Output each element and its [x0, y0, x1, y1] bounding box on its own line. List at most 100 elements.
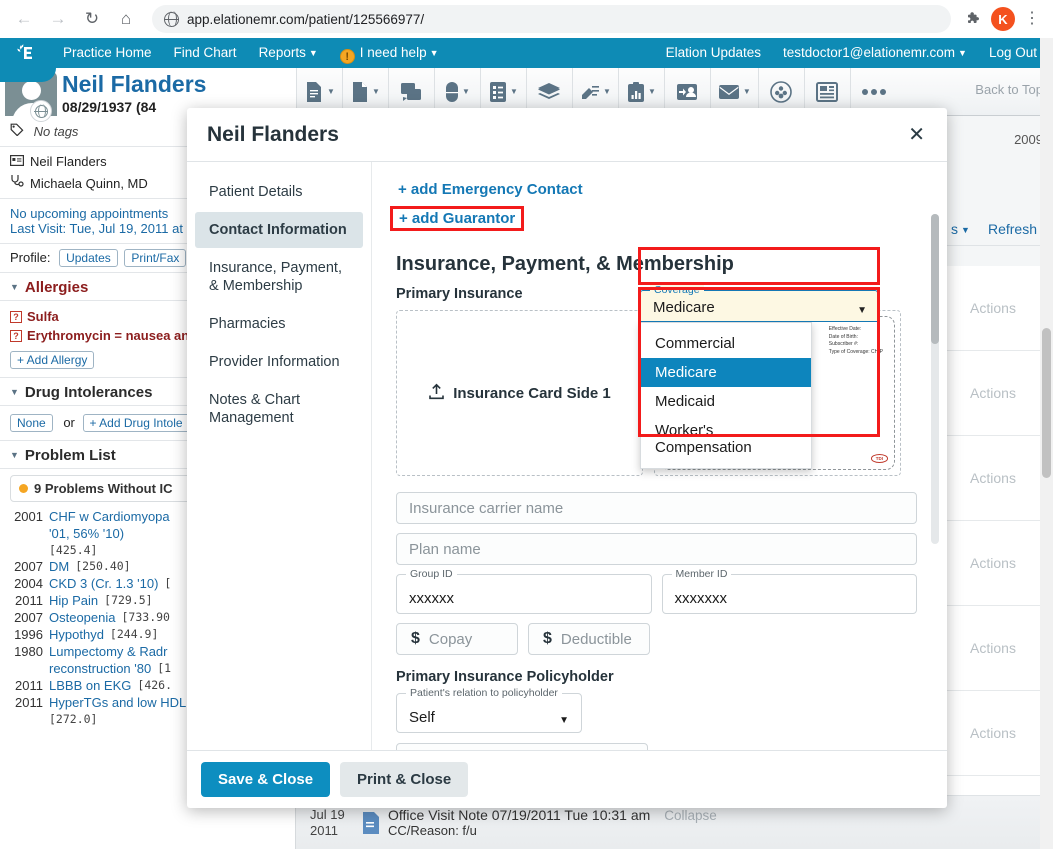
copay-button[interactable]: $ Copay	[396, 623, 518, 655]
problem-name[interactable]: Hypothyd	[49, 627, 104, 642]
drug-none-button[interactable]: None	[10, 414, 53, 432]
plan-name-input[interactable]: Plan name	[396, 533, 917, 565]
problem-name[interactable]: CKD 3 (Cr. 1.3 '10)	[49, 576, 158, 591]
site-info-icon[interactable]	[163, 11, 180, 27]
back-to-top-link[interactable]: Back to Top	[975, 82, 1043, 97]
problem-icd: [250.40]	[75, 559, 131, 573]
profile-avatar[interactable]: K	[991, 7, 1015, 31]
nav-find-chart[interactable]: Find Chart	[163, 38, 248, 68]
kebab-menu-icon[interactable]: ⋮	[1021, 11, 1043, 27]
stethoscope-icon	[10, 174, 24, 191]
actions-label: Actions	[970, 640, 1016, 656]
chevron-down-icon: ▼	[10, 282, 19, 292]
profile-updates-button[interactable]: Updates	[59, 249, 118, 267]
back-arrow-icon[interactable]: ←	[10, 5, 38, 33]
insurance-carrier-input[interactable]: Insurance carrier name	[396, 492, 917, 524]
problem-year: 2001	[14, 509, 43, 524]
problem-icd: [1	[157, 661, 172, 675]
nav-help-label: I need help	[359, 44, 427, 60]
home-icon[interactable]: ⌂	[112, 5, 140, 33]
add-drug-intolerance-button[interactable]: + Add Drug Intole	[82, 414, 190, 432]
modal-nav-notes-chart-management[interactable]: Notes & Chart Management	[195, 382, 363, 436]
modal-nav-patient-details[interactable]: Patient Details	[195, 174, 363, 210]
problem-icd: [425.4]	[49, 543, 98, 557]
modal-nav-contact-information[interactable]: Contact Information	[195, 212, 363, 248]
page-scrollbar[interactable]	[1040, 38, 1053, 849]
nav-reports[interactable]: Reports ▼	[248, 38, 329, 68]
nav-practice-home[interactable]: Practice Home	[52, 38, 163, 68]
allergies-header-label: Allergies	[24, 279, 89, 296]
actions-label: Actions	[970, 470, 1016, 486]
problem-icd: [	[164, 576, 172, 590]
refresh-link[interactable]: Refresh	[988, 221, 1037, 237]
chevron-down-icon: ▼	[509, 87, 518, 96]
coverage-option-workers-compensation[interactable]: Worker's Compensation	[641, 416, 811, 462]
coverage-dropdown: Coverage Medicare ▼ Commercial Medicare …	[640, 284, 878, 469]
filter-dropdown[interactable]: s ▼	[951, 221, 970, 237]
nav-elation-updates[interactable]: Elation Updates	[655, 38, 772, 68]
note-title-text: Office Visit Note 07/19/2011 Tue 10:31 a…	[388, 807, 651, 823]
policyholder-name-input[interactable]	[396, 743, 648, 750]
coverage-option-commercial[interactable]: Commercial	[641, 329, 811, 358]
relation-select[interactable]: Patient's relation to policyholder Self …	[396, 687, 582, 733]
add-emergency-contact-link[interactable]: + add Emergency Contact	[396, 176, 585, 203]
actions-cell[interactable]: Actions	[933, 436, 1053, 521]
problem-name[interactable]: Lumpectomy & Radr	[49, 644, 168, 659]
profile-printfax-button[interactable]: Print/Fax	[124, 249, 187, 267]
patient-record-name: Neil Flanders	[10, 154, 107, 171]
insurance-card-side1-upload[interactable]: Insurance Card Side 1	[396, 310, 643, 476]
status-dot-icon	[19, 484, 28, 493]
problem-name[interactable]: DM	[49, 559, 69, 574]
question-icon: ?	[10, 330, 22, 342]
problem-name[interactable]: Osteopenia	[49, 610, 116, 625]
problem-name[interactable]: CHF w Cardiomyopa	[49, 509, 170, 524]
insurance-card-side1-label: Insurance Card Side 1	[453, 384, 611, 402]
group-id-field[interactable]: Group ID xxxxxx	[396, 568, 652, 614]
actions-cell[interactable]: Actions	[933, 521, 1053, 606]
modal-nav-provider-information[interactable]: Provider Information	[195, 344, 363, 380]
puzzle-piece-icon[interactable]	[963, 8, 985, 30]
close-icon[interactable]: ✕	[902, 121, 931, 149]
question-icon: ?	[10, 311, 22, 323]
deductible-button[interactable]: $ Deductible	[528, 623, 650, 655]
page-scrollbar-thumb[interactable]	[1042, 328, 1051, 478]
nav-account-label: testdoctor1@elationemr.com	[782, 44, 956, 60]
nav-account-menu[interactable]: testdoctor1@elationemr.com ▼	[772, 38, 978, 68]
member-id-label: Member ID	[671, 568, 732, 580]
nav-i-need-help[interactable]: ! I need help ▼	[329, 38, 450, 68]
actions-cell[interactable]: Actions	[933, 691, 1053, 776]
relation-value: Self	[409, 709, 435, 726]
allergy-name: Sulfa	[27, 309, 59, 324]
warning-icon: !	[339, 48, 355, 64]
address-bar[interactable]: app.elationemr.com/patient/125566977/	[152, 5, 951, 33]
modal-scrollbar[interactable]	[931, 214, 939, 544]
add-allergy-button[interactable]: + Add Allergy	[10, 351, 95, 369]
member-id-field[interactable]: Member ID xxxxxxx	[661, 568, 917, 614]
reload-icon[interactable]: ↻	[78, 5, 106, 33]
collapse-link[interactable]: Collapse	[664, 808, 717, 823]
profile-label: Profile:	[10, 250, 51, 265]
page-title[interactable]: Neil Flanders	[62, 68, 206, 97]
note-title[interactable]: Office Visit Note 07/19/2011 Tue 10:31 a…	[388, 807, 717, 823]
problem-year: 2007	[14, 559, 43, 574]
modal-scrollbar-thumb[interactable]	[931, 214, 939, 344]
elation-logo[interactable]	[0, 38, 52, 68]
actions-cell[interactable]: Actions	[933, 266, 1053, 351]
modal-nav-insurance-payment-membership[interactable]: Insurance, Payment, & Membership	[195, 250, 363, 304]
actions-cell[interactable]: Actions	[933, 606, 1053, 691]
actions-cell[interactable]: Actions	[933, 351, 1053, 436]
problem-name[interactable]: LBBB on EKG	[49, 678, 131, 693]
avatar-head	[22, 81, 41, 100]
problem-name[interactable]: Hip Pain	[49, 593, 98, 608]
print-and-close-button[interactable]: Print & Close	[340, 762, 469, 797]
coverage-select[interactable]: Coverage Medicare ▼	[640, 284, 878, 322]
forward-arrow-icon[interactable]: →	[44, 5, 72, 33]
coverage-option-medicare[interactable]: Medicare	[641, 358, 811, 387]
save-and-close-button[interactable]: Save & Close	[201, 762, 331, 797]
patient-record-name-text: Neil Flanders	[30, 154, 107, 169]
add-guarantor-link[interactable]: + add Guarantor	[390, 206, 525, 231]
modal-nav-pharmacies[interactable]: Pharmacies	[195, 306, 363, 342]
coverage-option-medicaid[interactable]: Medicaid	[641, 387, 811, 416]
problem-year: 1980	[14, 644, 43, 659]
note-body: Office Visit Note 07/19/2011 Tue 10:31 a…	[388, 807, 717, 838]
